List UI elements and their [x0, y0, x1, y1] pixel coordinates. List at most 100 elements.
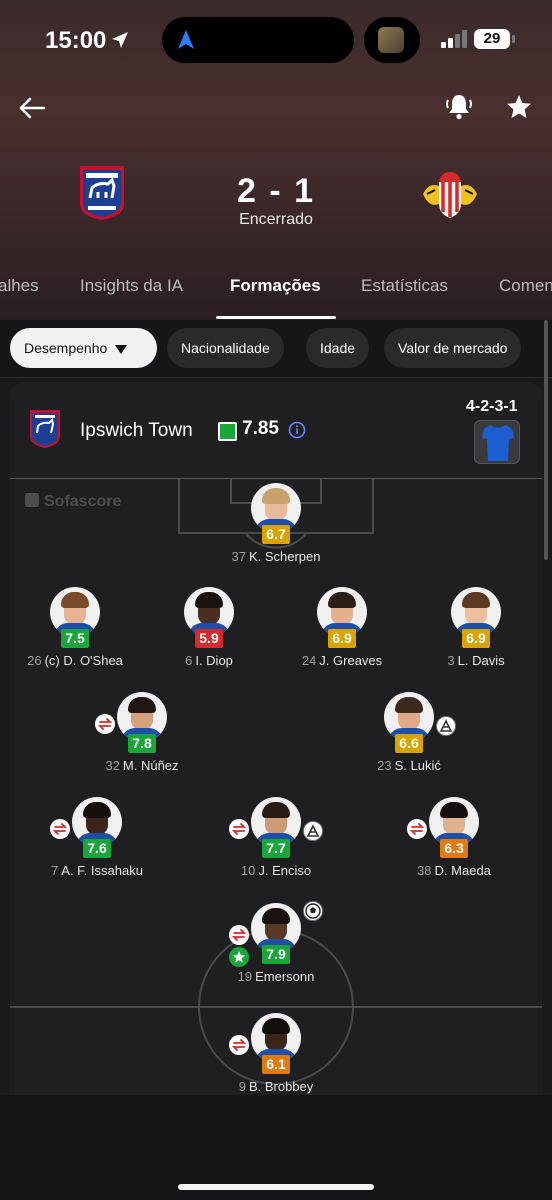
player-card[interactable]: 6.9 24 J. Greaves — [277, 587, 407, 685]
player-name-text: D. Maeda — [434, 863, 491, 878]
shirt-icon — [482, 425, 514, 461]
status-bar: 15:00 29 — [0, 0, 552, 80]
player-name: 7 A. F. Issahaku — [32, 863, 162, 878]
battery-indicator: 29 — [474, 29, 515, 49]
filter-valor-de-mercado[interactable]: Valor de mercado — [384, 328, 522, 368]
player-number: 24 — [301, 653, 317, 668]
player-card[interactable]: 6.3 38 D. Maeda — [389, 797, 519, 895]
player-number: 32 — [105, 758, 120, 773]
player-name-text: K. Scherpen — [248, 549, 321, 564]
player-card[interactable]: 7.5 26 (c) D. O'Shea — [10, 587, 140, 685]
home-indicator[interactable] — [178, 1184, 374, 1190]
player-name: 23 S. Lukić — [344, 758, 474, 773]
player-card[interactable]: 6.6 23 S. Lukić — [344, 692, 474, 790]
player-card[interactable]: 6.1 9 B. Brobbey — [211, 1013, 341, 1102]
player-name: 37 K. Scherpen — [211, 549, 341, 564]
substitution-icon — [229, 925, 249, 945]
tab-estatisticas[interactable]: Estatísticas — [361, 276, 448, 296]
player-name-text: L. Davis — [457, 653, 505, 668]
watermark-text: Sofascore — [44, 493, 122, 510]
player-card[interactable]: 7.6 7 A. F. Issahaku — [32, 797, 162, 895]
filter-desempenho[interactable]: Desempenho — [10, 328, 157, 368]
player-event-icon — [303, 821, 323, 841]
player-name: 38 D. Maeda — [389, 863, 519, 878]
player-name: 3 L. Davis — [411, 653, 541, 668]
substitution-icon — [229, 1035, 249, 1055]
player-name-text: (c) D. O'Shea — [44, 653, 123, 668]
tab-formacoes[interactable]: Formações — [230, 276, 321, 296]
substitution-icon — [229, 819, 249, 839]
player-number: 26 — [27, 653, 42, 668]
match-tabs: alhes Insights da IA Formações Estatísti… — [0, 270, 552, 320]
sofascore-watermark: Sofascore — [25, 493, 121, 511]
substitution-icon — [407, 819, 427, 839]
player-name-text: J. Enciso — [258, 863, 312, 878]
player-rating-badge: 5.9 — [195, 629, 223, 648]
player-rating-badge: 7.6 — [83, 839, 111, 858]
player-rating-badge: 6.9 — [328, 629, 356, 648]
player-number: 6 — [185, 653, 193, 668]
player-rating-badge: 7.8 — [128, 734, 156, 753]
filter-desempenho-label: Desempenho — [24, 340, 108, 356]
activity-thumbnail — [378, 27, 404, 53]
player-rating-badge: 6.7 — [262, 525, 290, 544]
player-card[interactable]: 6.9 3 L. Davis — [411, 587, 541, 685]
team-name[interactable]: Ipswich Town — [80, 420, 193, 442]
back-arrow-icon[interactable] — [16, 92, 48, 124]
player-name: 32 M. Núñez — [77, 758, 207, 773]
player-card[interactable]: 7.8 32 M. Núñez — [77, 692, 207, 790]
team-rating-box — [218, 422, 237, 441]
player-card[interactable]: 5.9 6 I. Diop — [144, 587, 274, 685]
tab-detalhes[interactable]: alhes — [0, 276, 39, 296]
player-rating-badge: 6.9 — [462, 629, 490, 648]
favorite-star-icon[interactable] — [505, 93, 533, 121]
lineup-card: Ipswich Town 7.85 4-2-3-1 Sofascore 6.7 3… — [10, 382, 542, 1102]
match-screen: 15:00 29 2 - 1 Encerrado alhes Insights … — [0, 0, 552, 1200]
player-rating-badge: 6.3 — [440, 839, 468, 858]
player-name: 19 Emersonn — [211, 969, 341, 984]
player-event-icon — [436, 716, 456, 736]
player-name: 26 (c) D. O'Shea — [10, 653, 140, 668]
goal-ball-icon — [303, 901, 323, 921]
location-arrow-icon — [112, 32, 128, 48]
player-of-the-match-icon — [229, 947, 249, 967]
team-crest-icon — [30, 410, 60, 448]
player-name-text: M. Núñez — [122, 758, 179, 773]
player-rating-badge: 6.1 — [262, 1055, 290, 1074]
dynamic-island-activity[interactable] — [364, 17, 420, 63]
player-name: 9 B. Brobbey — [211, 1079, 341, 1094]
tab-insights[interactable]: Insights da IA — [80, 276, 183, 296]
player-name-text: B. Brobbey — [248, 1079, 314, 1094]
player-name: 24 J. Greaves — [277, 653, 407, 668]
scrollbar[interactable] — [544, 320, 548, 560]
player-rating-badge: 7.5 — [61, 629, 89, 648]
dynamic-island[interactable] — [162, 17, 354, 63]
player-number: 10 — [240, 863, 256, 878]
substitution-icon — [95, 714, 115, 734]
player-name: 10 J. Enciso — [211, 863, 341, 878]
player-number: 37 — [231, 549, 246, 564]
caret-down-icon — [115, 344, 128, 354]
player-name-text: Emersonn — [255, 969, 315, 984]
cellular-signal-icon — [441, 30, 467, 48]
substitution-icon — [50, 819, 70, 839]
player-card[interactable]: 6.7 37 K. Scherpen — [211, 483, 341, 581]
navigation-arrow-icon — [178, 30, 194, 49]
status-time: 15:00 — [45, 27, 107, 54]
filter-nacionalidade[interactable]: Nacionalidade — [167, 328, 284, 368]
sofascore-logo-icon — [25, 493, 39, 507]
tab-comentarios[interactable]: Comen — [499, 276, 552, 296]
player-name-text: I. Diop — [195, 653, 233, 668]
team-kit[interactable] — [474, 420, 520, 464]
player-card[interactable]: 7.7 10 J. Enciso — [211, 797, 341, 895]
sunderland-crest[interactable] — [421, 168, 479, 220]
info-icon[interactable] — [288, 421, 306, 439]
player-card[interactable]: 7.9 19 Emersonn — [211, 901, 341, 1001]
filter-bar: Desempenho Nacionalidade Idade Valor de … — [0, 320, 552, 378]
player-rating-badge: 7.9 — [262, 945, 290, 964]
player-name-text: A. F. Issahaku — [61, 863, 143, 878]
player-number: 23 — [377, 758, 392, 773]
notification-bell-icon[interactable] — [444, 92, 474, 122]
filter-idade[interactable]: Idade — [306, 328, 370, 368]
player-number: 9 — [238, 1079, 246, 1094]
